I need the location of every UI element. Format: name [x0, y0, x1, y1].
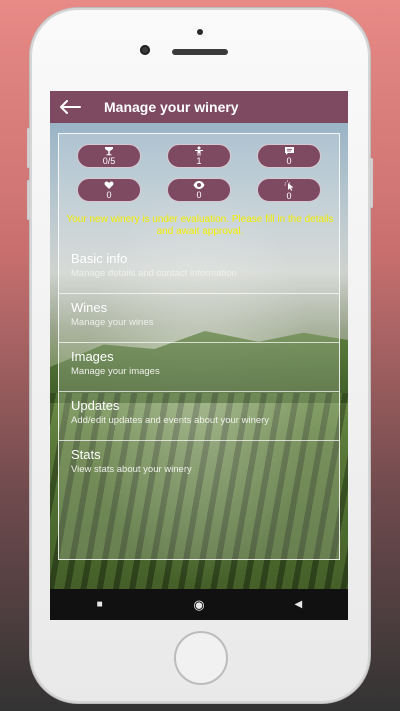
stat-messages[interactable]: 0	[257, 144, 321, 168]
menu-item-stats[interactable]: Stats View stats about your winery	[59, 441, 339, 490]
home-circle-icon[interactable]: ◉	[179, 597, 219, 613]
eye-icon	[193, 181, 205, 189]
stat-likes-value: 0	[106, 190, 112, 200]
stat-views-value: 0	[196, 190, 202, 200]
menu-item-wines[interactable]: Wines Manage your wines	[59, 294, 339, 343]
wine-glass-icon	[105, 147, 113, 156]
back-triangle-icon[interactable]: ◀	[278, 599, 318, 610]
android-nav-bar: ■ ◉ ◀	[50, 589, 348, 620]
page-title: Manage your winery	[104, 99, 239, 115]
home-button[interactable]	[174, 631, 228, 685]
earpiece-speaker	[172, 49, 228, 55]
phone-screen: Manage your winery 0/5 1 0 0 0 0 Your ne…	[50, 91, 348, 620]
menu-item-subtitle: Manage details and contact information	[71, 268, 237, 279]
menu-item-title: Images	[71, 349, 114, 364]
evaluation-notice: Your new winery is under evaluation. Ple…	[66, 214, 334, 237]
stat-clicks-value: 0	[286, 190, 292, 201]
person-icon	[195, 146, 203, 156]
app-bar: Manage your winery	[50, 91, 348, 123]
proximity-sensor	[197, 29, 203, 35]
menu-item-subtitle: View stats about your winery	[71, 464, 192, 475]
power-button	[370, 158, 373, 208]
menu-item-subtitle: Add/edit updates and events about your w…	[71, 415, 270, 426]
menu-item-title: Stats	[71, 447, 101, 462]
message-icon	[284, 147, 294, 155]
stat-wines-value: 0/5	[102, 156, 116, 166]
menu-item-title: Basic info	[71, 251, 128, 266]
stat-clicks[interactable]: 0	[257, 178, 321, 202]
stat-followers[interactable]: 1	[167, 144, 231, 168]
heart-icon	[104, 181, 114, 189]
stat-messages-value: 0	[286, 156, 292, 166]
menu-item-title: Wines	[71, 300, 108, 315]
winery-panel: 0/5 1 0 0 0 0 Your new winery is under e…	[58, 133, 340, 560]
menu-item-subtitle: Manage your wines	[71, 317, 154, 328]
menu-item-subtitle: Manage your images	[71, 366, 160, 377]
stat-followers-value: 1	[196, 156, 202, 166]
menu-item-updates[interactable]: Updates Add/edit updates and events abou…	[59, 392, 339, 441]
menu-item-title: Updates	[71, 398, 120, 413]
volume-down-button	[27, 180, 30, 220]
menu-item-images[interactable]: Images Manage your images	[59, 343, 339, 392]
content-area: 0/5 1 0 0 0 0 Your new winery is under e…	[50, 123, 348, 589]
stat-wines[interactable]: 0/5	[77, 144, 141, 168]
volume-up-button	[27, 128, 30, 168]
stat-views[interactable]: 0	[167, 178, 231, 202]
pointer-click-icon	[284, 180, 293, 191]
stat-likes[interactable]: 0	[77, 178, 141, 202]
menu-item-basic-info[interactable]: Basic info Manage details and contact in…	[59, 245, 339, 294]
front-camera	[140, 45, 150, 55]
back-arrow-icon[interactable]	[50, 91, 90, 123]
recent-apps-icon[interactable]: ■	[80, 599, 120, 610]
